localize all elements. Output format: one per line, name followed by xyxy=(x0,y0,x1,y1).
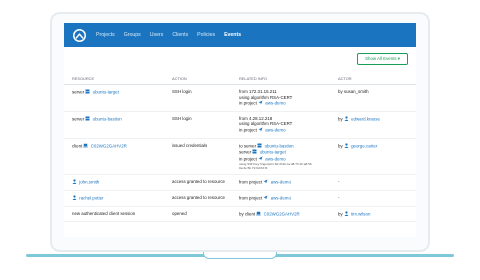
table-row: john.smith access granted to resource fr… xyxy=(64,174,416,191)
events-toolbar: Show All Events ▾ xyxy=(64,47,416,73)
laptop-scene: Projects Groups Users Clients Policies E… xyxy=(0,0,480,280)
send-icon xyxy=(258,100,263,107)
related-info-cell: by client C02WG2GAHV2R xyxy=(231,206,330,223)
action-cell: issued credentials xyxy=(164,138,231,176)
table-row: new authenticated client session opened … xyxy=(64,206,416,223)
nav-policies[interactable]: Policies xyxy=(197,32,215,38)
info-prefix: server xyxy=(239,149,252,155)
nav-clients[interactable]: Clients xyxy=(172,32,188,38)
send-icon xyxy=(263,195,268,202)
actor-cell: by tim.wilson xyxy=(330,206,416,223)
table-header-row: RESOURCE ACTION RELATED INFO ACTOR xyxy=(64,73,416,85)
nav-users[interactable]: Users xyxy=(150,32,164,38)
action-cell: SSH login xyxy=(164,84,231,112)
resource-link[interactable]: ubuntu-target xyxy=(93,89,119,94)
nav-groups[interactable]: Groups xyxy=(124,32,141,38)
send-icon xyxy=(258,127,263,134)
resource-cell: client C02WG2GAHV2R xyxy=(64,138,164,176)
info-prefix: from project xyxy=(239,195,263,201)
actor-prefix: by xyxy=(338,210,343,216)
user-icon xyxy=(344,142,349,150)
resource-type: server xyxy=(72,89,85,95)
info-prefix: in project xyxy=(239,156,257,162)
user-icon xyxy=(344,210,349,218)
project-link[interactable]: aws-demo xyxy=(271,195,291,200)
app-window: Projects Groups Users Clients Policies E… xyxy=(64,23,416,237)
ssh-fingerprint-line: 0a:3e:5b:72:6d:63:f3 xyxy=(239,166,268,171)
action-cell: access granted to resource xyxy=(164,190,231,207)
resource-cell: server ubuntu-bastion xyxy=(64,111,164,139)
related-info-cell: from 4.28.12.218 using algorithm RSA-CER… xyxy=(231,111,330,139)
resource-link[interactable]: rachel.potter xyxy=(79,195,103,200)
info-prefix: by client xyxy=(239,210,256,216)
top-nav-bar: Projects Groups Users Clients Policies E… xyxy=(64,23,416,47)
server-icon xyxy=(252,149,257,156)
column-header-resource: RESOURCE xyxy=(64,73,164,85)
actor-prefix: by xyxy=(338,89,343,94)
table-row: server ubuntu-target SSH login from 172.… xyxy=(64,84,416,112)
nav-events[interactable]: Events xyxy=(224,32,241,38)
send-icon xyxy=(258,156,263,163)
resource-link[interactable]: ubuntu-bastion xyxy=(93,116,122,121)
info-prefix: to server xyxy=(239,143,257,149)
resource-cell: john.smith xyxy=(64,174,164,191)
resource-cell: server ubuntu-target xyxy=(64,84,164,112)
column-header-actor: ACTOR xyxy=(330,73,416,85)
actor-cell: by george.carter xyxy=(330,138,416,176)
laptop-icon xyxy=(256,211,262,218)
resource-link[interactable]: john.smith xyxy=(79,180,99,185)
server-link[interactable]: ubuntu-target xyxy=(260,150,286,155)
info-prefix: in project xyxy=(239,100,257,106)
related-info-cell: from project aws-demo xyxy=(231,174,330,191)
nav-projects[interactable]: Projects xyxy=(96,32,115,38)
actor-cell: by edward.krause xyxy=(330,111,416,139)
client-link[interactable]: C02WG2GAHV2R xyxy=(264,211,300,216)
action-cell: access granted to resource xyxy=(164,174,231,191)
actor-prefix: by xyxy=(338,116,343,122)
resource-type: client xyxy=(72,143,83,149)
project-link[interactable]: aws-demo xyxy=(265,156,285,161)
server-icon xyxy=(257,143,262,150)
related-info-cell: from project aws-demo xyxy=(231,190,330,207)
info-prefix: in project xyxy=(239,127,257,133)
actor-link[interactable]: tim.wilson xyxy=(351,211,370,216)
actor-cell: - xyxy=(330,190,416,207)
send-icon xyxy=(263,179,268,186)
info-prefix: from project xyxy=(239,179,263,185)
actor-name: susan_smith xyxy=(343,89,369,94)
user-icon xyxy=(344,116,349,123)
events-table: RESOURCE ACTION RELATED INFO ACTOR serve… xyxy=(64,73,416,223)
actor-cell: by susan_smith xyxy=(330,84,416,112)
project-link[interactable]: aws-demo xyxy=(265,101,285,106)
actor-prefix: by xyxy=(338,143,343,149)
related-info-cell: to server ubuntu-bastion server ubuntu-t… xyxy=(231,138,330,176)
actor-cell: - xyxy=(330,174,416,191)
table-row: server ubuntu-bastion SSH login from 4.2… xyxy=(64,111,416,139)
resource-cell: rachel.potter xyxy=(64,190,164,207)
resource-type: server xyxy=(72,116,85,122)
column-header-action: ACTION xyxy=(164,73,231,85)
table-row: rachel.potter access granted to resource… xyxy=(64,190,416,207)
logo-icon[interactable] xyxy=(72,28,86,42)
laptop-icon xyxy=(83,143,89,150)
resource-cell: new authenticated client session xyxy=(64,206,164,223)
user-icon xyxy=(72,195,77,202)
laptop-notch xyxy=(203,252,277,259)
server-icon xyxy=(85,116,90,123)
actor-link[interactable]: edward.krause xyxy=(351,116,380,121)
show-all-events-dropdown[interactable]: Show All Events ▾ xyxy=(357,53,408,65)
action-cell: opened xyxy=(164,206,231,223)
table-row: client C02WG2GAHV2R issued credentials t… xyxy=(64,138,416,176)
project-link[interactable]: aws-demo xyxy=(265,127,285,132)
column-header-related-info: RELATED INFO xyxy=(231,73,330,85)
action-cell: SSH login xyxy=(164,111,231,139)
resource-link[interactable]: C02WG2GAHV2R xyxy=(91,143,127,148)
related-info-cell: from 172.31.15.211 using algorithm RSA-C… xyxy=(231,84,330,112)
user-icon xyxy=(72,179,77,186)
project-link[interactable]: aws-demo xyxy=(271,180,291,185)
actor-link[interactable]: george.carter xyxy=(351,143,377,148)
server-link[interactable]: ubuntu-bastion xyxy=(265,143,294,148)
server-icon xyxy=(85,89,90,96)
